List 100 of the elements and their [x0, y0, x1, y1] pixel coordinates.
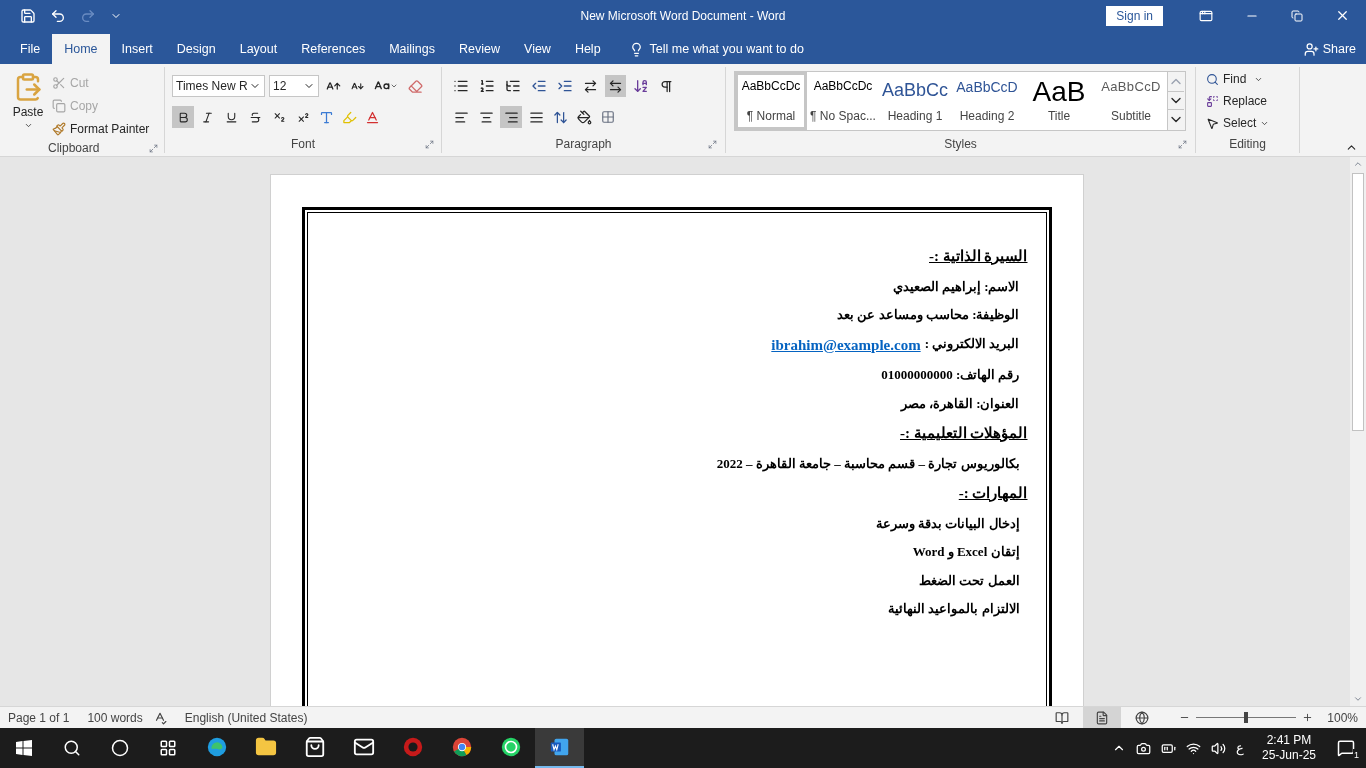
format-button[interactable] [172, 106, 194, 128]
group-label: Clipboard [48, 140, 100, 157]
text-effects-icon [319, 109, 334, 125]
close-icon[interactable] [1335, 8, 1350, 23]
undo-icon[interactable] [50, 7, 66, 24]
copy-icon [52, 99, 66, 113]
justify-icon [528, 109, 544, 125]
volume-icon[interactable] [1210, 740, 1226, 756]
view-button[interactable] [1083, 707, 1122, 728]
highlighter-icon [342, 109, 357, 125]
language-label[interactable]: English (United States) [184, 708, 308, 727]
ribbon-tab[interactable]: Insert [109, 34, 165, 64]
italic-icon [200, 110, 214, 124]
print-layout-icon [1095, 710, 1110, 725]
sort-icon [633, 78, 649, 94]
wifi-icon[interactable] [1185, 740, 1201, 756]
caret-icon [390, 82, 398, 90]
ribbon-display-icon[interactable] [1199, 8, 1213, 23]
style-item[interactable]: AaBbCc Heading 1 [879, 72, 951, 130]
font-name-field[interactable]: Times New R [172, 75, 265, 97]
text-line: الاسم: إبراهيم الصعيدي [891, 277, 1020, 296]
zoom-in-icon[interactable] [1302, 712, 1314, 723]
zoom-slider[interactable] [1196, 711, 1297, 724]
windows-logo-icon [16, 740, 32, 756]
increase-indent-icon [557, 78, 573, 94]
ribbon-tab[interactable]: File [8, 34, 53, 64]
numbering-icon [479, 78, 495, 94]
ribbon-tab[interactable]: Layout [227, 34, 290, 64]
dialog-launcher-icon[interactable] [708, 139, 717, 149]
ribbon-tab[interactable]: References [289, 34, 378, 64]
share-button[interactable]: Share [1303, 34, 1356, 64]
paintbrush-icon [52, 122, 66, 136]
window-title: New Microsoft Word Document - Word [579, 7, 787, 25]
format-painter-button[interactable]: Format Painter [52, 119, 150, 139]
share-icon [1303, 41, 1319, 57]
ribbon-tab[interactable]: Design [164, 34, 228, 64]
folder-icon [254, 736, 277, 758]
style-item[interactable]: AaBbCcDc ¶ Normal [735, 72, 807, 130]
task-view-icon [159, 739, 177, 757]
circle-icon [111, 739, 129, 757]
style-item[interactable]: AaBbCcD Heading 2 [951, 72, 1023, 130]
text-line: بكالوريوس تجارة – قسم محاسبة – جامعة القاهرة – 2022 [715, 454, 1020, 473]
web-layout-icon [1135, 710, 1150, 725]
word-count[interactable]: 100 words [87, 708, 143, 727]
email-link[interactable]: ibrahim@example.com [771, 333, 921, 356]
text-line: الالتزام بالمواعيد النهائية [887, 600, 1020, 619]
ribbon-tab[interactable]: Review [447, 34, 512, 64]
multilevel-list-icon [505, 78, 521, 94]
read-mode-icon [1055, 710, 1070, 725]
text-line: إدخال البيانات بدقة وسرعة [874, 514, 1020, 533]
ribbon-tab[interactable]: View [512, 34, 563, 64]
replace-icon [1206, 94, 1219, 108]
group-label: Styles [944, 136, 977, 153]
group-label: Paragraph [555, 136, 612, 153]
text-line: إتقان Excel و Word [911, 543, 1020, 562]
pilcrow-icon [659, 78, 674, 94]
text-line: الوظيفة: محاسب ومساعد عن بعد [836, 306, 1020, 325]
find-button[interactable]: Find [1206, 69, 1289, 89]
ribbon-tab[interactable]: Mailings [377, 34, 447, 64]
left-to-right-icon [583, 78, 598, 94]
text-line: العمل تحت الضغط [918, 571, 1020, 590]
page-count[interactable]: Page 1 of 1 [8, 708, 70, 727]
ribbon-tab[interactable]: Home [52, 34, 110, 64]
chrome-icon [450, 736, 473, 758]
camera-icon[interactable] [1135, 740, 1151, 756]
replace-button[interactable]: Replace [1206, 91, 1289, 111]
underline-icon [224, 110, 238, 124]
ribbon-tab[interactable]: Help [562, 34, 613, 64]
sign-in-button[interactable]: Sign in [1106, 5, 1163, 26]
section-heading: المهارات :- [957, 484, 1028, 504]
align-left-icon [453, 109, 469, 125]
scroll-down-icon[interactable] [1168, 91, 1184, 110]
paste-button[interactable]: Paste [10, 71, 46, 139]
style-item[interactable]: AaBbCcD Subtitle [1095, 72, 1167, 130]
notifications-icon[interactable] [1337, 739, 1355, 757]
tell-me-field[interactable]: Tell me what you want to do [649, 39, 804, 59]
caret-icon [23, 121, 33, 130]
pointer-icon [1206, 116, 1219, 130]
right-to-left-button[interactable] [605, 75, 626, 97]
game-icon [401, 736, 424, 758]
bullets-icon [453, 78, 469, 94]
right-to-left-icon [608, 78, 623, 94]
input-language[interactable]: ع [1235, 738, 1244, 758]
borders-icon [601, 110, 615, 124]
group-label: Editing [1229, 136, 1266, 153]
strikethrough-icon [248, 110, 262, 124]
align-right-icon [503, 109, 519, 125]
clock[interactable]: 2:41 PM 25-Jun-25 [1253, 733, 1324, 763]
select-button[interactable]: Select [1206, 113, 1289, 133]
style-item[interactable]: AaBbCcDc ¶ No Spac... [807, 72, 879, 130]
group-label: Font [291, 136, 315, 153]
dialog-launcher-icon[interactable] [425, 139, 434, 149]
zoom-percent[interactable]: 100% [1327, 708, 1358, 727]
restore-icon[interactable] [1291, 9, 1303, 22]
dialog-launcher-icon[interactable] [1178, 139, 1187, 149]
store-icon [303, 736, 326, 758]
style-item[interactable]: AaB Title [1023, 72, 1095, 130]
dialog-launcher-icon[interactable] [149, 143, 158, 153]
save-icon[interactable] [20, 7, 36, 24]
font-size-field[interactable]: 12 [269, 75, 319, 97]
